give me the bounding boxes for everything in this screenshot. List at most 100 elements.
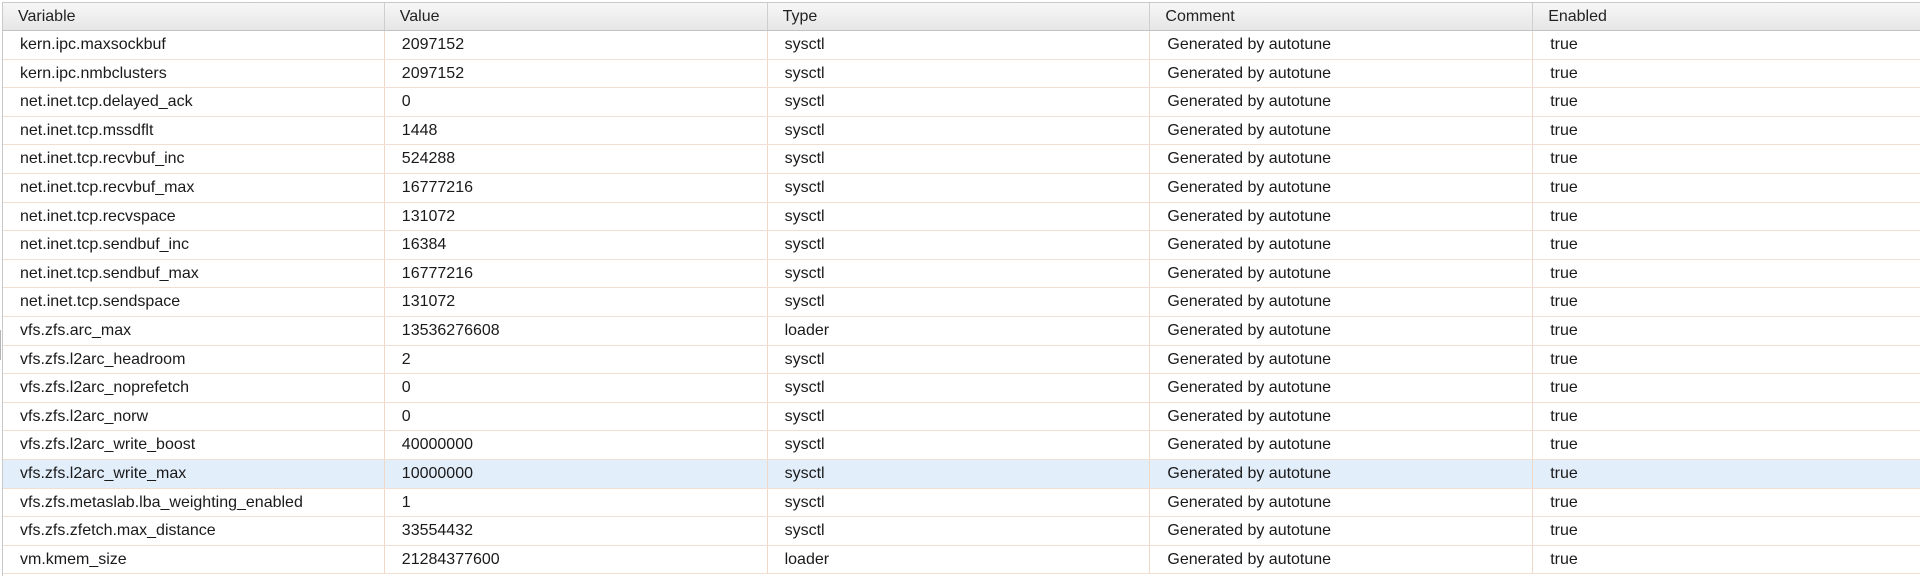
table-row[interactable]: vfs.zfs.l2arc_noprefetch 0 sysctl Generated…	[3, 374, 1920, 403]
cell-value: 0	[385, 374, 768, 402]
cell-comment: Generated by autotune	[1150, 88, 1534, 116]
cell-enabled: true	[1550, 407, 1578, 425]
cell-comment: Generated by autotune	[1150, 431, 1534, 459]
cell-enabled: true	[1550, 350, 1578, 368]
cell-enabled: true	[1550, 36, 1578, 53]
table-row[interactable]: vfs.zfs.l2arc_write_boost 40000000 sysctl G…	[3, 431, 1920, 460]
cell-type: sysctl	[768, 459, 1151, 488]
cell-variable: vfs.zfs.metaslab.lba_weighting_enabled	[3, 488, 385, 517]
table-row[interactable]: net.inet.tcp.recvbuf_max 16777216 sysctl Ge…	[3, 173, 1920, 203]
table-row[interactable]: net.inet.tcp.sendbuf_inc 16384 sysctl Gener…	[3, 231, 1920, 260]
cell-variable: vfs.zfs.l2arc_headroom	[3, 345, 385, 374]
cell-enabled: true	[1550, 264, 1578, 282]
cell-value: 13536276608	[385, 316, 768, 345]
table-row[interactable]: vfs.zfs.zfetch.max_distance 33554432 sysct…	[3, 517, 1920, 546]
cell-type: sysctl	[768, 259, 1151, 288]
cell-variable: net.inet.tcp.sendbuf_inc	[3, 231, 385, 259]
cell-variable: vfs.zfs.l2arc_write_max	[3, 459, 385, 488]
cell-comment: Generated by autotune	[1150, 545, 1534, 574]
cell-variable: net.inet.tcp.sendspace	[3, 288, 385, 316]
cell-type: sysctl	[768, 517, 1151, 545]
cell-type: sysctl	[768, 231, 1151, 259]
cell-comment: Generated by autotune	[1150, 231, 1534, 259]
column-header-value[interactable]: Value	[385, 3, 768, 30]
cell-enabled: true	[1550, 321, 1578, 339]
cell-value: 16777216	[385, 259, 768, 288]
cell-type: loader	[768, 545, 1151, 574]
cell-enabled: true	[1550, 64, 1578, 82]
cell-comment: Generated by autotune	[1150, 374, 1534, 402]
cell-value: 21284377600	[385, 545, 768, 574]
cell-value: 33554432	[385, 517, 768, 545]
cell-enabled: true	[1550, 150, 1578, 168]
cell-comment: Generated by autotune	[1150, 402, 1534, 431]
cell-comment: Generated by autotune	[1150, 173, 1534, 202]
table-row[interactable]: net.inet.tcp.recvbuf_inc 524288 sysctl Gene…	[3, 145, 1920, 174]
cell-enabled: true	[1550, 522, 1578, 540]
cell-value: 131072	[385, 288, 768, 316]
column-header-enabled[interactable]: Enabled	[1533, 3, 1920, 30]
table-row[interactable]: vfs.zfs.l2arc_write_max 10000000 sysctl Gen…	[3, 459, 1920, 489]
cell-value: 16777216	[385, 173, 768, 202]
cell-value: 16384	[385, 231, 768, 259]
cell-value: 40000000	[385, 431, 768, 459]
cell-comment: Generated by autotune	[1150, 345, 1534, 374]
column-header-variable[interactable]: Variable	[3, 3, 385, 30]
cell-comment: Generated by autotune	[1150, 259, 1534, 288]
cell-variable: net.inet.tcp.recvbuf_max	[3, 173, 385, 202]
table-body: kern.ipc.maxsockbuf 2097152 sysctl Generate…	[3, 31, 1920, 575]
cell-value: 2097152	[385, 31, 768, 59]
table-header: Variable Value Type Comment Enabled	[3, 3, 1920, 31]
cell-comment: Generated by autotune	[1150, 145, 1534, 173]
cell-type: sysctl	[768, 145, 1151, 173]
cell-variable: vfs.zfs.arc_max	[3, 316, 385, 345]
cell-value: 10000000	[385, 459, 768, 488]
table-row[interactable]: vfs.zfs.metaslab.lba_weighting_enabled 1 s…	[3, 488, 1920, 518]
cell-variable: vfs.zfs.l2arc_noprefetch	[3, 374, 385, 402]
cell-comment: Generated by autotune	[1150, 459, 1534, 488]
cell-value: 0	[385, 402, 768, 431]
cell-enabled: true	[1550, 293, 1578, 311]
table-row[interactable]: vm.kmem_size 21284377600 loader Generated b…	[3, 545, 1920, 575]
table-row[interactable]: kern.ipc.nmbclusters 2097152 sysctl Generat…	[3, 59, 1920, 89]
cell-value: 0	[385, 88, 768, 116]
cell-variable: vfs.zfs.l2arc_norw	[3, 402, 385, 431]
cell-type: sysctl	[768, 374, 1151, 402]
cell-type: sysctl	[768, 402, 1151, 431]
cell-enabled: true	[1550, 236, 1578, 254]
table-row[interactable]: net.inet.tcp.sendbuf_max 16777216 sysctl Ge…	[3, 259, 1920, 289]
table-row[interactable]: vfs.zfs.l2arc_norw 0 sysctl Generated by au…	[3, 402, 1920, 432]
cell-variable: vm.kmem_size	[3, 545, 385, 574]
table-row[interactable]: net.inet.tcp.delayed_ack 0 sysctl Generated…	[3, 88, 1920, 117]
table-row[interactable]: vfs.zfs.l2arc_headroom 2 sysctl Generated b…	[3, 345, 1920, 375]
cell-type: sysctl	[768, 431, 1151, 459]
cell-variable: net.inet.tcp.recvbuf_inc	[3, 145, 385, 173]
table-row[interactable]: vfs.zfs.arc_max 13536276608 loader Generate…	[3, 316, 1920, 346]
table-row[interactable]: net.inet.tcp.sendspace 131072 sysctl Genera…	[3, 288, 1920, 317]
cell-comment: Generated by autotune	[1150, 59, 1534, 88]
cell-variable: net.inet.tcp.mssdflt	[3, 116, 385, 145]
cell-type: sysctl	[768, 173, 1151, 202]
cell-enabled: true	[1550, 436, 1578, 454]
table-row[interactable]: net.inet.tcp.recvspace 131072 sysctl Genera…	[3, 202, 1920, 232]
cell-value: 1	[385, 488, 768, 517]
table-row[interactable]: kern.ipc.maxsockbuf 2097152 sysctl Generate…	[3, 31, 1920, 60]
cell-comment: Generated by autotune	[1150, 116, 1534, 145]
cell-enabled: true	[1550, 121, 1578, 139]
cell-variable: vfs.zfs.zfetch.max_distance	[3, 517, 385, 545]
cell-value: 2097152	[385, 59, 768, 88]
cell-type: sysctl	[768, 31, 1151, 59]
cell-value: 2	[385, 345, 768, 374]
cell-type: sysctl	[768, 88, 1151, 116]
cell-comment: Generated by autotune	[1150, 316, 1534, 345]
cell-type: sysctl	[768, 488, 1151, 517]
cell-enabled: true	[1550, 178, 1578, 196]
cell-enabled: true	[1550, 493, 1578, 511]
column-header-type[interactable]: Type	[768, 3, 1151, 30]
table-row[interactable]: net.inet.tcp.mssdflt 1448 sysctl Generated …	[3, 116, 1920, 146]
cell-comment: Generated by autotune	[1150, 31, 1534, 59]
cell-variable: vfs.zfs.l2arc_write_boost	[3, 431, 385, 459]
column-header-comment[interactable]: Comment	[1150, 3, 1534, 30]
cell-type: sysctl	[768, 288, 1151, 316]
tunables-table: Variable Value Type Comment Enabled kern…	[2, 2, 1920, 576]
